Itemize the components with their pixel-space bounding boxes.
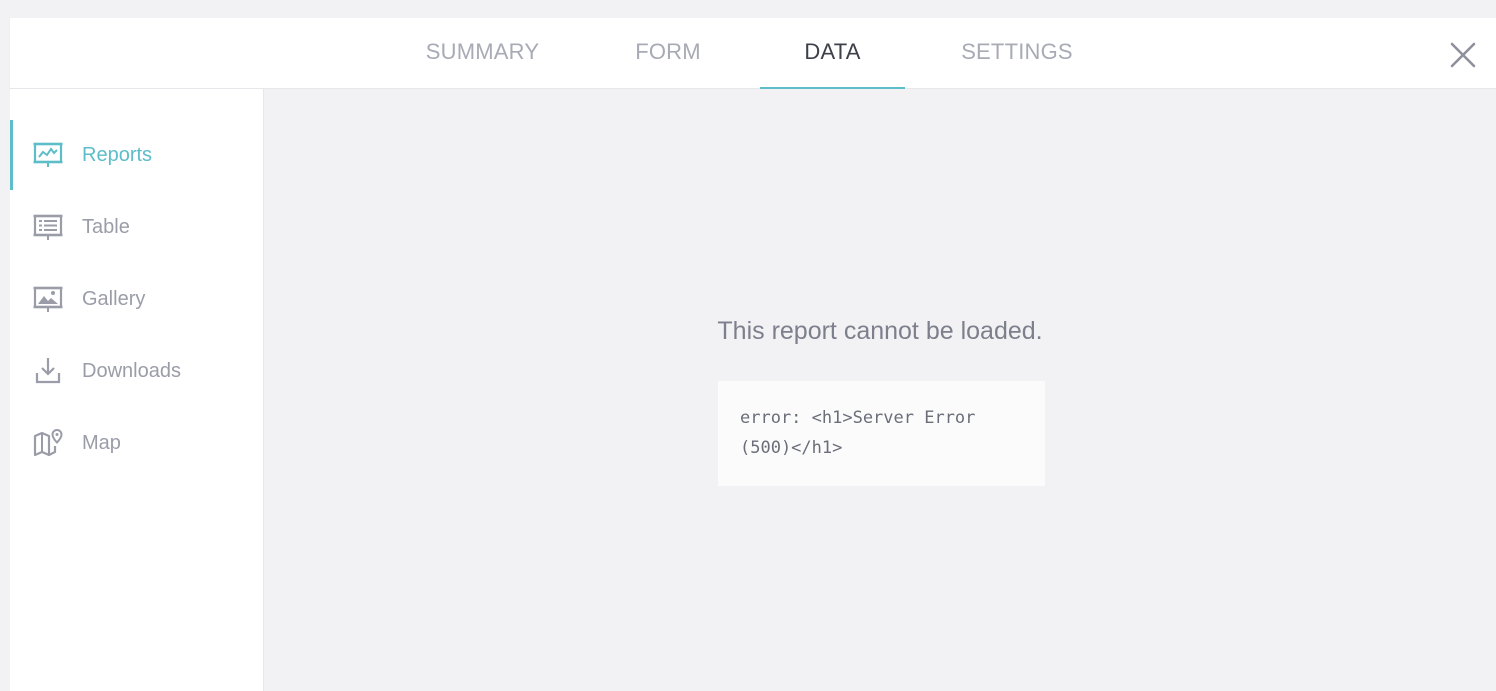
modal-window: SUMMARY FORM DATA SETTINGS Reports Table… — [10, 18, 1496, 691]
tab-form[interactable]: FORM — [626, 18, 710, 88]
error-message-box: error: <h1>Server Error (500)</h1> — [718, 381, 1045, 486]
download-icon — [35, 358, 61, 384]
sidebar-item-table[interactable]: Table — [10, 191, 263, 263]
sidebar-item-label: Gallery — [82, 288, 146, 310]
tab-data[interactable]: DATA — [760, 18, 905, 90]
gallery-icon — [33, 286, 63, 312]
sidebar-item-gallery[interactable]: Gallery — [10, 263, 263, 335]
tab-settings[interactable]: SETTINGS — [954, 18, 1080, 88]
error-title: This report cannot be loaded. — [717, 317, 1043, 345]
sidebar: Reports Table Gallery Downloads Map — [10, 89, 264, 691]
reports-icon — [33, 142, 63, 167]
tab-bar: SUMMARY FORM DATA SETTINGS — [10, 18, 1496, 90]
sidebar-item-reports[interactable]: Reports — [10, 119, 263, 191]
active-indicator — [10, 120, 13, 190]
sidebar-item-label: Map — [82, 432, 121, 454]
close-icon — [1450, 42, 1476, 68]
sidebar-item-downloads[interactable]: Downloads — [10, 335, 263, 407]
sidebar-item-map[interactable]: Map — [10, 407, 263, 479]
table-icon — [33, 214, 63, 240]
sidebar-item-label: Downloads — [82, 360, 181, 382]
sidebar-item-label: Table — [82, 216, 130, 238]
close-button[interactable] — [1446, 38, 1480, 72]
tab-summary[interactable]: SUMMARY — [414, 18, 551, 88]
sidebar-item-label: Reports — [82, 144, 153, 166]
map-icon — [33, 428, 63, 457]
report-content-area: This report cannot be loaded. error: <h1… — [264, 89, 1496, 691]
